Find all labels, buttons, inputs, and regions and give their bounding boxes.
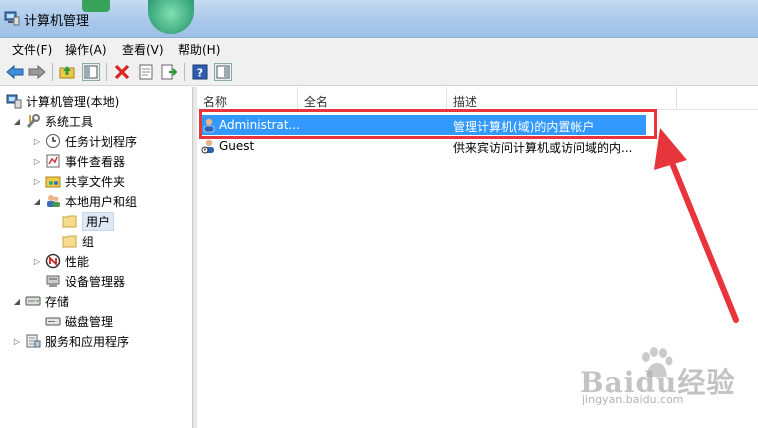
collapsed-arrow-icon[interactable]: ▷ — [32, 137, 42, 146]
menu-file[interactable]: 文件(F) — [12, 41, 52, 58]
tree-item-task-scheduler[interactable]: ▷ 任务计划程序 — [32, 132, 137, 150]
delete-x-icon[interactable] — [113, 63, 131, 81]
annotation-highlight-box — [199, 109, 657, 139]
row-name: Guest — [219, 139, 255, 153]
tree-item-device-manager[interactable]: 设备管理器 — [45, 272, 125, 290]
annotation-arrow-icon — [654, 128, 739, 323]
tools-icon — [25, 113, 41, 129]
column-header-description[interactable]: 描述 — [447, 87, 677, 109]
services-icon — [25, 333, 41, 349]
tree-item-storage[interactable]: ◢ 存储 — [12, 292, 69, 310]
collapsed-arrow-icon[interactable]: ▷ — [32, 157, 42, 166]
tree-item-services-apps[interactable]: ▷ 服务和应用程序 — [12, 332, 129, 350]
tree-item-system-tools[interactable]: ◢ 系统工具 — [12, 112, 93, 130]
tree-item-root[interactable]: 计算机管理(本地) — [6, 92, 119, 110]
window-title: 计算机管理 — [24, 14, 90, 29]
device-manager-icon — [45, 273, 61, 289]
folder-icon — [62, 213, 78, 229]
menu-action[interactable]: 操作(A) — [65, 41, 107, 58]
help-icon[interactable]: ? — [191, 63, 209, 81]
back-arrow-icon[interactable] — [6, 63, 24, 81]
tree-item-event-viewer[interactable]: ▷ 事件查看器 — [32, 152, 125, 170]
users-group-icon — [45, 193, 61, 209]
menu-help[interactable]: 帮助(H) — [178, 41, 220, 58]
storage-icon — [25, 293, 41, 309]
menu-bar: 文件(F) 操作(A) 查看(V) 帮助(H) — [0, 38, 758, 58]
tree-item-shared-folders[interactable]: ▷ 共享文件夹 — [32, 172, 125, 190]
computer-management-icon — [4, 10, 20, 26]
forward-arrow-icon[interactable] — [28, 63, 46, 81]
watermark-url: jingyan.baidu.com — [582, 393, 684, 406]
collapsed-arrow-icon[interactable]: ▷ — [12, 337, 22, 346]
expanded-arrow-icon[interactable]: ◢ — [12, 297, 22, 306]
tree-item-users[interactable]: 用户 — [62, 211, 115, 231]
console-tree: 计算机管理(本地) ◢ 系统工具 ▷ 任务计划程序 ▷ 事件查看器 ▷ 共享文件… — [0, 87, 193, 428]
export-list-icon[interactable] — [160, 63, 178, 81]
collapsed-arrow-icon[interactable]: ▷ — [32, 257, 42, 266]
column-header-name[interactable]: 名称 — [197, 87, 298, 109]
tree-item-performance[interactable]: ▷ 性能 — [32, 252, 89, 270]
column-header-fullname[interactable]: 全名 — [298, 87, 447, 109]
up-folder-icon[interactable] — [58, 63, 76, 81]
tree-item-local-users-groups[interactable]: ◢ 本地用户和组 — [32, 192, 137, 210]
user-disabled-icon — [201, 138, 217, 154]
row-description: 供来宾访问计算机或访问域的内... — [453, 141, 633, 155]
clock-icon — [45, 133, 61, 149]
disk-icon — [45, 313, 61, 329]
svg-text:?: ? — [197, 67, 203, 80]
taskbar-thumb-icon — [82, 0, 110, 12]
toolbar: ? — [0, 58, 758, 86]
show-hide-tree-icon[interactable] — [82, 63, 100, 81]
performance-icon — [45, 253, 61, 269]
collapsed-arrow-icon[interactable]: ▷ — [32, 177, 42, 186]
expanded-arrow-icon[interactable]: ◢ — [32, 197, 42, 206]
folder-icon — [62, 233, 78, 249]
baidu-watermark: Baidu经验 jingyan.baidu.com — [580, 345, 750, 415]
event-viewer-icon — [45, 153, 61, 169]
action-pane-icon[interactable] — [214, 63, 232, 81]
expanded-arrow-icon[interactable]: ◢ — [12, 117, 22, 126]
shared-folder-icon — [45, 173, 61, 189]
properties-icon[interactable] — [137, 63, 155, 81]
tree-item-disk-management[interactable]: 磁盘管理 — [45, 312, 113, 330]
title-bar: 计算机管理 — [0, 0, 758, 38]
taskbar-app-icon — [148, 0, 194, 34]
menu-view[interactable]: 查看(V) — [122, 41, 164, 58]
computer-management-icon — [6, 93, 22, 109]
tree-item-groups[interactable]: 组 — [62, 232, 94, 250]
